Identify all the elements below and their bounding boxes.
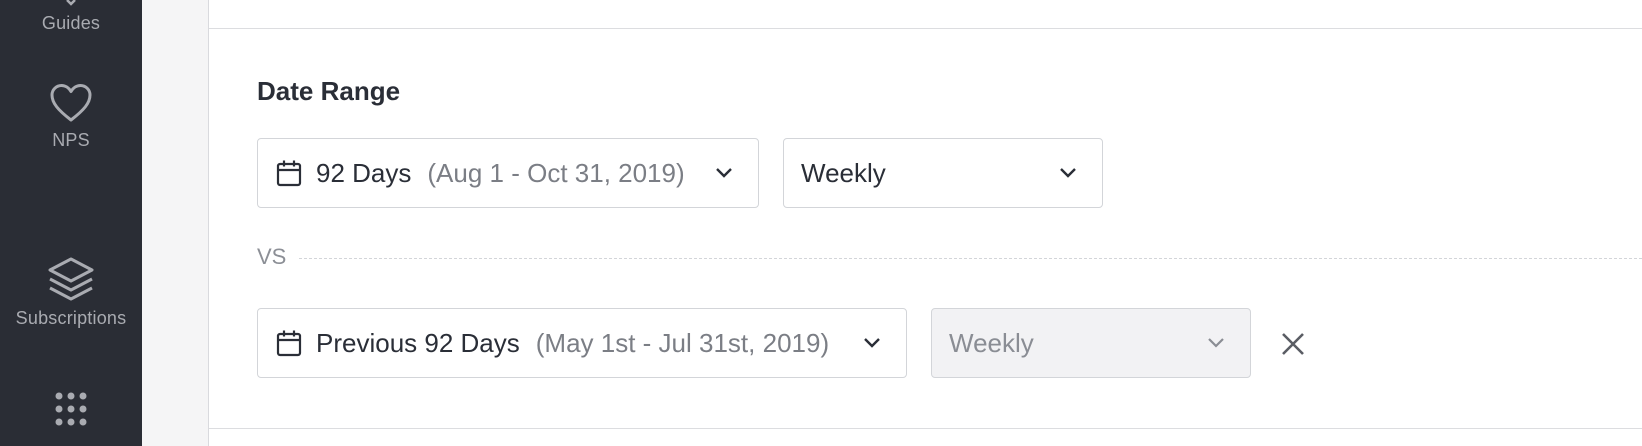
date-range-panel: Date Range 92 Days (Aug 1 - Oct 31, 2019…: [208, 0, 1642, 446]
vs-separator: VS: [257, 244, 1642, 274]
primary-interval-select[interactable]: Weekly: [783, 138, 1103, 208]
sidebar-item-label: NPS: [52, 130, 90, 150]
sidebar: Guides NPS Subscriptions: [0, 0, 142, 446]
calendar-icon: [276, 159, 302, 187]
chevron-down-icon: [1058, 163, 1078, 183]
chevron-down-icon: [1206, 333, 1226, 353]
sidebar-item-guides[interactable]: Guides: [0, 0, 142, 34]
range-detail: (May 1st - Jul 31st, 2019): [535, 327, 830, 358]
range-label: Previous 92 Days: [316, 327, 520, 358]
sidebar-item-label: Subscriptions: [15, 308, 127, 328]
content-gutter: [142, 0, 208, 446]
dashed-divider: [299, 258, 1642, 259]
divider: [209, 28, 1642, 29]
range-detail: (Aug 1 - Oct 31, 2019): [427, 157, 685, 188]
divider: [209, 428, 1642, 429]
calendar-icon: [276, 329, 302, 357]
chevron-down-icon: [714, 163, 734, 183]
sidebar-item-subscriptions[interactable]: Subscriptions: [0, 256, 142, 329]
comparison-date-range-dropdown[interactable]: Previous 92 Days (May 1st - Jul 31st, 20…: [257, 308, 907, 378]
section-title: Date Range: [257, 76, 401, 106]
sidebar-item-label: Guides: [41, 13, 101, 33]
comparison-interval-select[interactable]: Weekly: [931, 308, 1251, 378]
heart-icon: [50, 84, 92, 122]
range-label: 92 Days: [316, 157, 412, 188]
chevron-down-icon: [862, 333, 882, 353]
apps-grid-icon: [55, 392, 87, 426]
close-icon: [1282, 333, 1304, 355]
remove-comparison-button[interactable]: [1277, 328, 1309, 360]
primary-date-range-dropdown[interactable]: 92 Days (Aug 1 - Oct 31, 2019): [257, 138, 759, 208]
interval-value: Weekly: [801, 157, 886, 188]
sidebar-item-nps[interactable]: NPS: [0, 82, 142, 151]
vs-label: VS: [257, 244, 287, 269]
interval-value: Weekly: [949, 327, 1034, 358]
guides-icon: [66, 0, 76, 6]
layers-icon: [48, 257, 94, 301]
sidebar-item-apps[interactable]: [0, 390, 142, 430]
